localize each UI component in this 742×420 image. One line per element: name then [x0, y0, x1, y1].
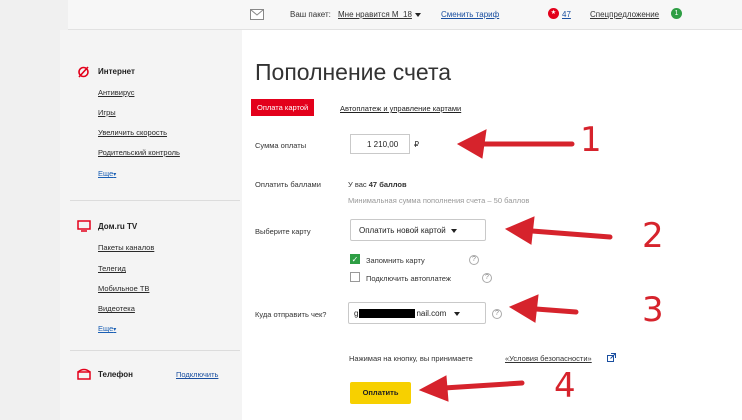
- annotation-arrows: [418, 129, 613, 402]
- arrow-2: [529, 228, 613, 240]
- arrow-4: [441, 380, 525, 391]
- annotation-number-2: 2: [642, 216, 664, 256]
- arrow-3: [533, 306, 579, 315]
- arrow-2-head: [504, 216, 535, 245]
- arrow-3-head: [508, 294, 539, 323]
- arrow-1-head: [456, 129, 487, 159]
- annotation-number-3: 3: [642, 290, 664, 330]
- annotation-number-1: 1: [580, 120, 602, 160]
- arrow-4-head: [418, 375, 449, 402]
- annotation-number-4: 4: [554, 366, 576, 406]
